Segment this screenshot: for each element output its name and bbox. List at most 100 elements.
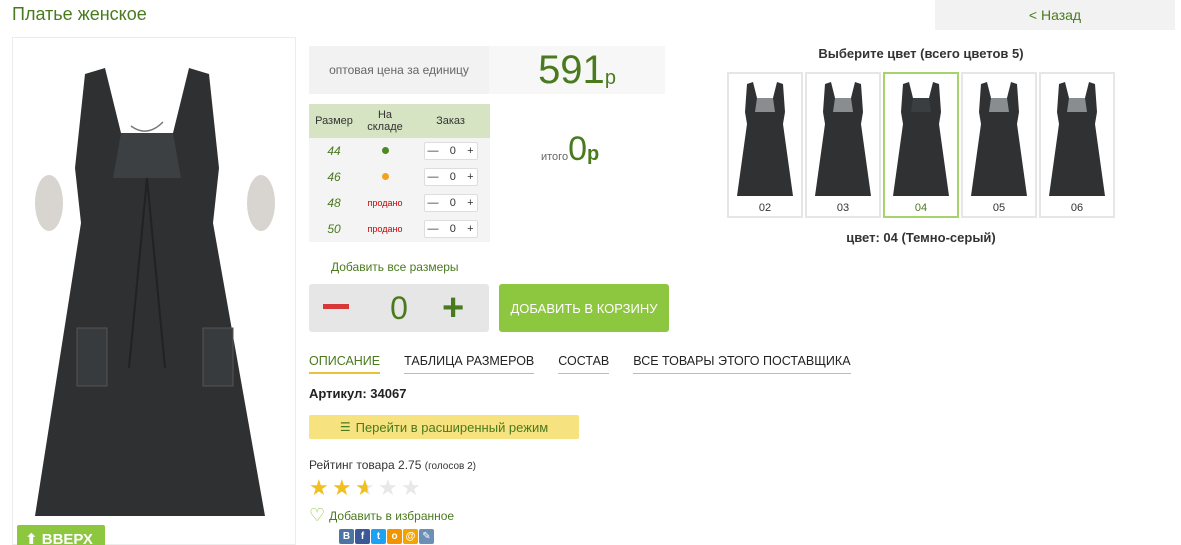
in-stock-dot <box>381 147 389 154</box>
mailru-icon[interactable]: @ <box>403 529 418 544</box>
table-row: 46 — 0 + <box>309 164 490 190</box>
order-quantity-stepper: 0 + <box>309 284 489 332</box>
add-to-cart-button[interactable]: ДОБАВИТЬ В КОРЗИНУ <box>499 284 669 332</box>
quantity-value: 0 <box>449 171 456 183</box>
size-table: Размер На складе Заказ 44 — 0 + 46 — 0 + 48 … <box>309 104 490 242</box>
extended-mode-button[interactable]: ☰ Перейти в расширенный режим <box>309 415 579 439</box>
back-bar: < Назад <box>935 0 1175 30</box>
star-icon[interactable]: ★ <box>401 477 424 499</box>
price-box: оптовая цена за единицу 591 р <box>309 46 665 94</box>
quantity-stepper[interactable]: — 0 + <box>423 142 478 160</box>
quantity-stepper[interactable]: — 0 + <box>423 220 478 238</box>
page-title: Платье женское <box>12 4 147 24</box>
plus-icon[interactable]: + <box>467 223 473 235</box>
dress-thumbnail <box>971 82 1027 196</box>
sold-out-label: продано <box>367 198 403 208</box>
color-swatches: 02 03 04 05 06 <box>727 72 1117 218</box>
size-cell: 46 <box>309 164 359 190</box>
tab-supplier-products[interactable]: ВСЕ ТОВАРЫ ЭТОГО ПОСТАВЩИКА <box>633 354 851 374</box>
table-row: 48 продано — 0 + <box>309 190 490 216</box>
quantity-value: 0 <box>449 197 456 209</box>
plus-icon[interactable]: + <box>467 197 473 209</box>
selected-color-label: цвет: 04 (Темно-серый) <box>846 230 996 245</box>
quantity-stepper[interactable]: — 0 + <box>423 194 478 212</box>
quantity-value: 0 <box>449 145 456 157</box>
total-currency: р <box>587 143 600 165</box>
color-swatch[interactable]: 05 <box>961 72 1037 218</box>
size-cell: 48 <box>309 190 359 216</box>
size-header: Размер <box>309 104 359 138</box>
price-value: 591 р <box>489 46 665 94</box>
plus-icon[interactable]: + <box>442 289 464 327</box>
rating-text: Рейтинг товара 2.75 (голосов 2) <box>309 458 476 472</box>
plus-icon[interactable]: + <box>467 171 473 183</box>
odnoklassniki-icon[interactable]: о <box>387 529 402 544</box>
livejournal-icon[interactable]: ✎ <box>419 529 434 544</box>
low-stock-dot <box>381 173 389 180</box>
table-row: 50 продано — 0 + <box>309 216 490 242</box>
color-swatch[interactable]: 04 <box>883 72 959 218</box>
table-row: 44 — 0 + <box>309 138 490 164</box>
sku-label: Артикул: 34067 <box>309 386 407 401</box>
dress-thumbnail <box>815 82 871 196</box>
dress-thumbnail <box>1049 82 1105 196</box>
facebook-icon[interactable]: f <box>355 529 370 544</box>
color-picker-title: Выберите цвет (всего цветов 5) <box>818 46 1024 61</box>
color-code-label: 03 <box>836 202 850 214</box>
color-swatch[interactable]: 02 <box>727 72 803 218</box>
vk-icon[interactable]: В <box>339 529 354 544</box>
favorites-label: Добавить в избранное <box>329 508 455 523</box>
sold-out-label: продано <box>367 224 403 234</box>
minus-icon[interactable] <box>323 304 349 309</box>
star-icon[interactable]: ★ <box>332 477 355 499</box>
heart-icon: ♡ <box>309 505 326 525</box>
stock-cell: продано <box>359 216 411 242</box>
stock-header: На складе <box>359 104 411 138</box>
minus-icon[interactable]: — <box>428 171 439 183</box>
stock-cell <box>359 138 411 164</box>
stock-cell: продано <box>359 190 411 216</box>
color-code-label: 06 <box>1070 202 1084 214</box>
star-icon[interactable]: ★ <box>378 477 401 499</box>
rating-votes: (голосов 2) <box>424 461 476 472</box>
color-code-label: 05 <box>992 202 1006 214</box>
extended-mode-label: Перейти в расширенный режим <box>355 419 549 435</box>
star-icon[interactable]: ★ <box>309 477 332 499</box>
order-quantity-value: 0 <box>390 290 408 326</box>
quantity-stepper[interactable]: — 0 + <box>423 168 478 186</box>
tab-size-chart[interactable]: ТАБЛИЦА РАЗМЕРОВ <box>404 354 535 374</box>
social-share-icons: В f t о @ ✎ <box>339 529 435 544</box>
total-value: 0 <box>568 130 587 168</box>
order-total: итого0р <box>541 130 599 169</box>
order-header: Заказ <box>411 104 490 138</box>
scroll-top-button[interactable]: ⬆ ВВЕРХ <box>17 525 105 545</box>
tab-composition[interactable]: СОСТАВ <box>558 354 610 374</box>
rating-label: Рейтинг товара 2.75 <box>309 458 422 472</box>
stock-cell <box>359 164 411 190</box>
product-main-photo[interactable] <box>12 37 296 545</box>
plus-icon[interactable]: + <box>467 145 473 157</box>
rating-stars[interactable]: ★ ★ ★ ★ ★ <box>309 477 424 499</box>
color-swatch[interactable]: 06 <box>1039 72 1115 218</box>
minus-icon[interactable]: — <box>428 223 439 235</box>
product-tabs: ОПИСАНИЕ ТАБЛИЦА РАЗМЕРОВ СОСТАВ ВСЕ ТОВ… <box>309 354 875 374</box>
price-currency: р <box>604 66 616 89</box>
price-number: 591 <box>538 47 605 92</box>
minus-icon[interactable]: — <box>428 145 439 157</box>
size-cell: 50 <box>309 216 359 242</box>
color-code-label: 04 <box>914 202 928 214</box>
color-code-label: 02 <box>758 202 772 214</box>
add-to-favorites-link[interactable]: ♡ Добавить в избранное <box>309 505 454 526</box>
back-link[interactable]: < Назад <box>935 7 1175 23</box>
minus-icon[interactable]: — <box>428 197 439 209</box>
twitter-icon[interactable]: t <box>371 529 386 544</box>
star-icon[interactable]: ★ <box>355 477 378 499</box>
dress-photo-illustration <box>35 68 275 516</box>
list-icon: ☰ <box>339 420 351 434</box>
tab-description[interactable]: ОПИСАНИЕ <box>309 354 381 374</box>
size-cell: 44 <box>309 138 359 164</box>
dress-thumbnail <box>737 82 793 196</box>
add-all-sizes-link[interactable]: Добавить все размеры <box>331 260 459 274</box>
dress-thumbnail <box>893 82 949 196</box>
color-swatch[interactable]: 03 <box>805 72 881 218</box>
